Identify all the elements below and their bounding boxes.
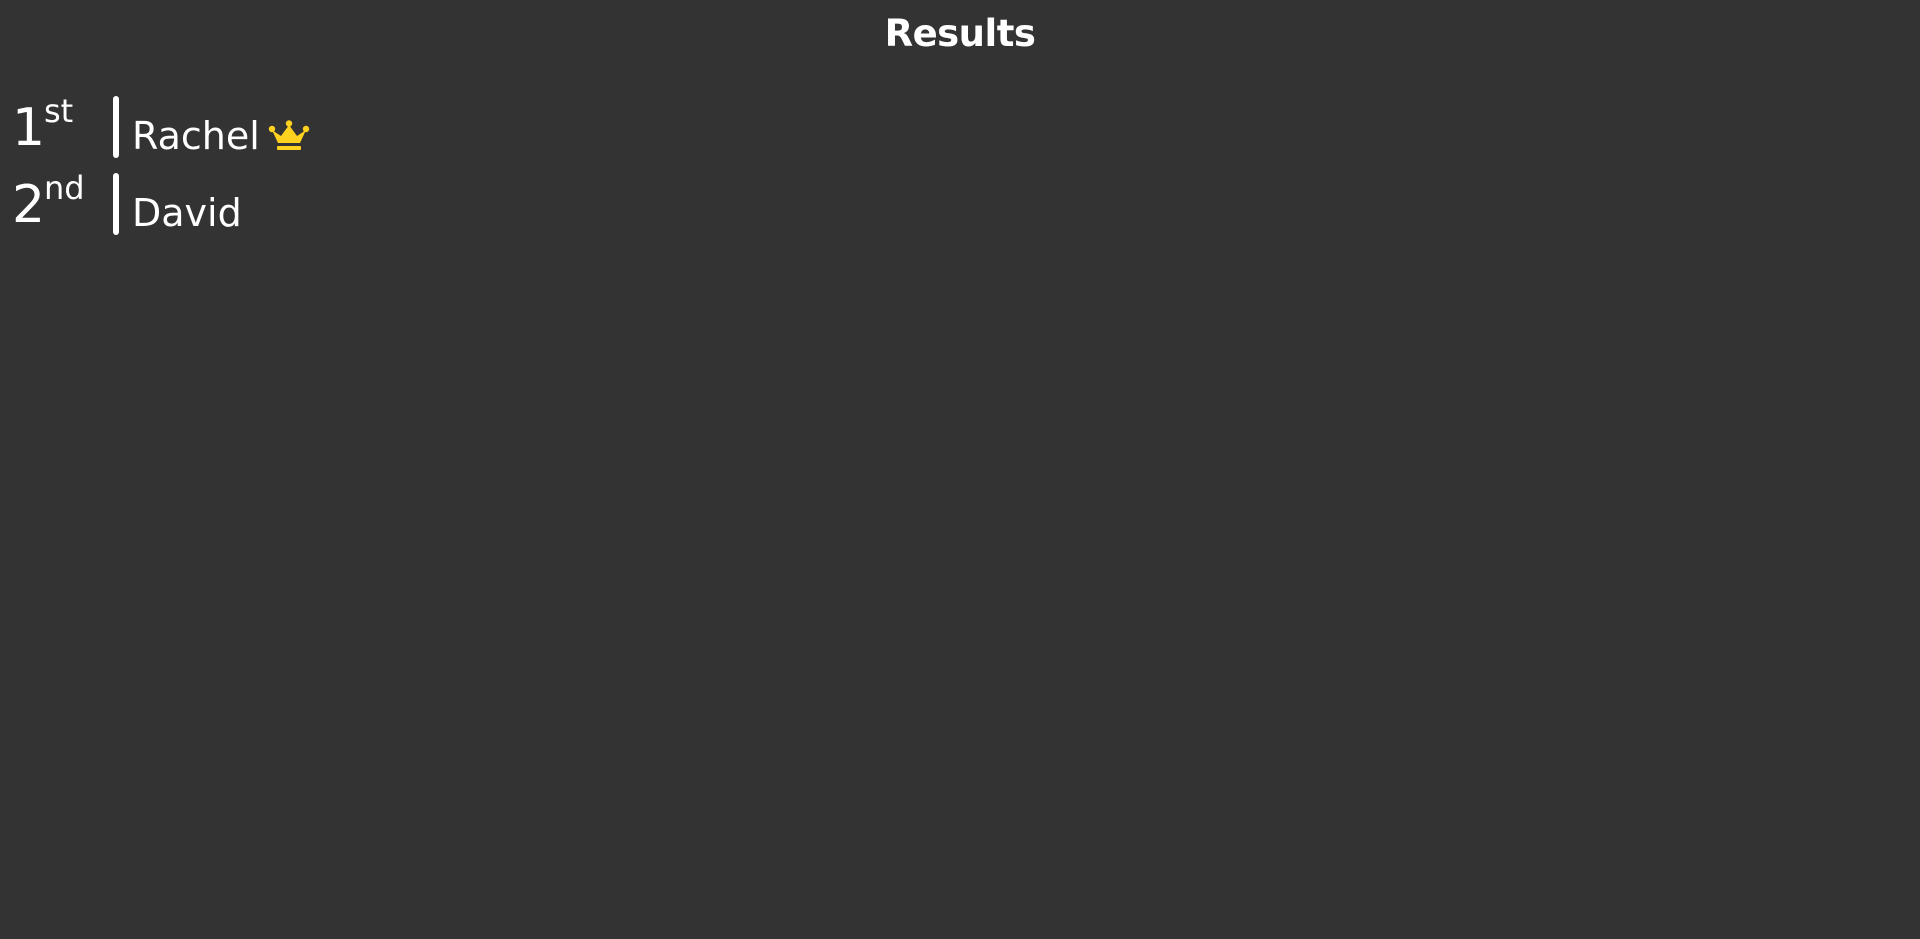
rank-number: 1 xyxy=(12,98,46,158)
result-row-1: 1 st Rachel xyxy=(12,92,612,158)
player-name: David xyxy=(132,191,242,235)
rank-badge: 2 nd xyxy=(12,169,107,235)
player-name-row: David xyxy=(132,191,242,235)
rank-badge: 1 st xyxy=(12,92,107,158)
rank-divider xyxy=(113,173,119,235)
rank-divider xyxy=(113,96,119,158)
results-list: 1 st Rachel 2 nd David xyxy=(12,92,612,250)
rank-suffix: st xyxy=(44,92,74,130)
crown-icon xyxy=(268,119,310,153)
page-title: Results xyxy=(884,12,1036,55)
results-page: Results 1 st Rachel 2 nd David xyxy=(0,0,1920,939)
rank-suffix: nd xyxy=(44,169,85,207)
player-name-row: Rachel xyxy=(132,114,310,158)
rank-number: 2 xyxy=(12,175,46,235)
result-row-2: 2 nd David xyxy=(12,169,612,235)
player-name: Rachel xyxy=(132,114,260,158)
